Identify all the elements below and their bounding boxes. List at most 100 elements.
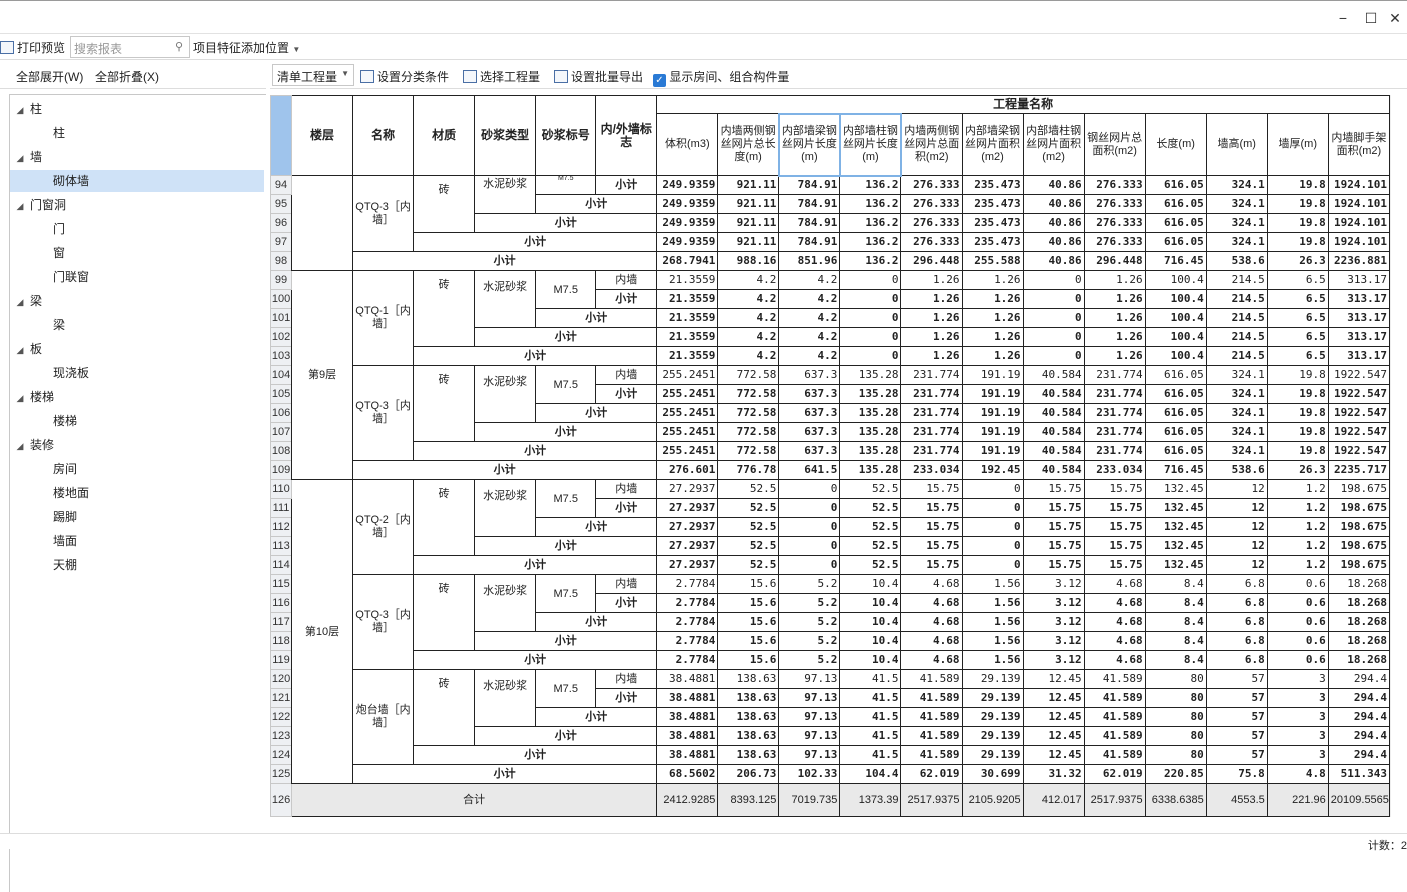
value-cell[interactable]: 249.9359 bbox=[656, 213, 719, 233]
value-cell[interactable]: 538.6 bbox=[1205, 251, 1268, 271]
value-cell[interactable]: 5.2 bbox=[778, 593, 841, 613]
value-cell[interactable]: 1.26 bbox=[961, 289, 1024, 309]
value-cell[interactable]: 41.589 bbox=[900, 688, 963, 708]
value-cell[interactable]: 21.3559 bbox=[656, 308, 719, 328]
material-header[interactable]: 材质 bbox=[413, 95, 476, 176]
value-cell[interactable]: 29.139 bbox=[961, 745, 1024, 765]
value-cell[interactable]: 18.268 bbox=[1327, 631, 1391, 651]
value-cell[interactable]: 6.8 bbox=[1205, 612, 1268, 632]
value-cell[interactable]: 1.56 bbox=[961, 574, 1024, 594]
value-cell[interactable]: 294.4 bbox=[1327, 669, 1391, 689]
value-cell[interactable]: 6.8 bbox=[1205, 650, 1268, 670]
value-cell[interactable]: 231.774 bbox=[900, 365, 963, 385]
qty-column-header[interactable]: 内墙两侧钢丝网片总面积(m2) bbox=[900, 113, 963, 176]
value-cell[interactable]: 18.268 bbox=[1327, 612, 1391, 632]
value-cell[interactable]: 136.2 bbox=[839, 232, 902, 252]
tree-item[interactable]: 楼地面 bbox=[10, 482, 264, 504]
value-cell[interactable]: 988.16 bbox=[717, 251, 780, 271]
tree-item[interactable]: 现浇板 bbox=[10, 362, 264, 384]
value-cell[interactable]: 0 bbox=[961, 479, 1024, 499]
value-cell[interactable]: 6.8 bbox=[1205, 574, 1268, 594]
caret-icon[interactable]: ◢ bbox=[10, 387, 30, 409]
value-cell[interactable]: 851.96 bbox=[778, 251, 841, 271]
value-cell[interactable]: 10.4 bbox=[839, 574, 902, 594]
value-cell[interactable]: 784.91 bbox=[778, 232, 841, 252]
value-cell[interactable]: 231.774 bbox=[900, 384, 963, 404]
value-cell[interactable]: 641.5 bbox=[778, 460, 841, 480]
value-cell[interactable]: 8.4 bbox=[1144, 593, 1207, 613]
table-row[interactable]: 94 QTQ-3［内墙］ 砖水泥砂浆 M7.5 小计 249.9359 921.11 784.… bbox=[269, 175, 1391, 271]
value-cell[interactable]: 15.75 bbox=[900, 498, 963, 518]
value-cell[interactable]: 3 bbox=[1266, 726, 1329, 746]
value-cell[interactable]: 138.63 bbox=[717, 745, 780, 765]
value-cell[interactable]: 57 bbox=[1205, 707, 1268, 727]
value-cell[interactable]: 41.589 bbox=[1083, 707, 1146, 727]
value-cell[interactable]: 776.78 bbox=[717, 460, 780, 480]
value-cell[interactable]: 2.7784 bbox=[656, 631, 719, 651]
value-cell[interactable]: 57 bbox=[1205, 688, 1268, 708]
value-cell[interactable]: 135.28 bbox=[839, 365, 902, 385]
table-row[interactable]: 124 小计 38.4881 138.63 97.13 41.5 41.589 29.139 1… bbox=[269, 745, 1391, 765]
tree-item[interactable]: 楼梯 bbox=[10, 410, 264, 432]
table-row[interactable]: 115 QTQ-3［内墙］ 砖水泥砂浆 M7.5 内墙 2.7784 15.6 5.2 10.4… bbox=[269, 574, 1391, 670]
value-cell[interactable]: 637.3 bbox=[778, 422, 841, 442]
value-cell[interactable]: 921.11 bbox=[717, 194, 780, 214]
qty-column-header[interactable]: 内部墙柱钢丝网片长度(m) bbox=[838, 112, 902, 177]
value-cell[interactable]: 313.17 bbox=[1327, 270, 1391, 290]
value-cell[interactable]: 136.2 bbox=[839, 213, 902, 233]
value-cell[interactable]: 1.2 bbox=[1266, 517, 1329, 537]
value-cell[interactable]: 19.8 bbox=[1266, 175, 1329, 195]
value-cell[interactable]: 1924.101 bbox=[1327, 175, 1391, 195]
mortar-type-header[interactable]: 砂浆类型 bbox=[474, 95, 537, 176]
value-cell[interactable]: 772.58 bbox=[717, 441, 780, 461]
value-cell[interactable]: 235.473 bbox=[961, 232, 1024, 252]
value-cell[interactable]: 616.05 bbox=[1144, 403, 1207, 423]
value-cell[interactable]: 294.4 bbox=[1327, 688, 1391, 708]
value-cell[interactable]: 0 bbox=[778, 555, 841, 575]
value-cell[interactable]: 0 bbox=[961, 536, 1024, 556]
value-cell[interactable]: 772.58 bbox=[717, 422, 780, 442]
value-cell[interactable]: 255.2451 bbox=[656, 441, 719, 461]
value-cell[interactable]: 3.12 bbox=[1022, 650, 1085, 670]
value-cell[interactable]: 276.333 bbox=[1083, 194, 1146, 214]
value-cell[interactable]: 4.2 bbox=[778, 289, 841, 309]
value-cell[interactable]: 40.86 bbox=[1022, 175, 1085, 195]
value-cell[interactable]: 138.63 bbox=[717, 669, 780, 689]
value-cell[interactable]: 12 bbox=[1205, 498, 1268, 518]
value-cell[interactable]: 231.774 bbox=[900, 403, 963, 423]
value-cell[interactable]: 4.2 bbox=[717, 289, 780, 309]
value-cell[interactable]: 233.034 bbox=[900, 460, 963, 480]
value-cell[interactable]: 4.8 bbox=[1266, 764, 1329, 784]
value-cell[interactable]: 1.26 bbox=[1083, 270, 1146, 290]
value-cell[interactable]: 1.56 bbox=[961, 631, 1024, 651]
value-cell[interactable]: 1924.101 bbox=[1327, 213, 1391, 233]
value-cell[interactable]: 616.05 bbox=[1144, 175, 1207, 195]
value-cell[interactable]: 1.2 bbox=[1266, 498, 1329, 518]
value-cell[interactable]: 772.58 bbox=[717, 403, 780, 423]
table-row[interactable]: 110 第10层 QTQ-2［内墙］ 砖水泥砂浆 M7.5 内墙 27.2937 52.5 0 5… bbox=[269, 479, 1391, 784]
value-cell[interactable]: 27.2937 bbox=[656, 555, 719, 575]
value-cell[interactable]: 0 bbox=[839, 270, 902, 290]
value-cell[interactable]: 52.5 bbox=[839, 479, 902, 499]
value-cell[interactable]: 6.5 bbox=[1266, 346, 1329, 366]
value-cell[interactable]: 0.6 bbox=[1266, 593, 1329, 613]
value-cell[interactable]: 313.17 bbox=[1327, 346, 1391, 366]
caret-icon[interactable]: ◢ bbox=[10, 291, 30, 313]
value-cell[interactable]: 132.45 bbox=[1144, 555, 1207, 575]
value-cell[interactable]: 26.3 bbox=[1266, 251, 1329, 271]
caret-icon[interactable]: ◢ bbox=[10, 339, 30, 361]
value-cell[interactable]: 324.1 bbox=[1205, 441, 1268, 461]
value-cell[interactable]: 41.589 bbox=[900, 726, 963, 746]
value-cell[interactable]: 637.3 bbox=[778, 403, 841, 423]
value-cell[interactable]: 100.4 bbox=[1144, 308, 1207, 328]
value-cell[interactable]: 18.268 bbox=[1327, 650, 1391, 670]
value-cell[interactable]: 4.68 bbox=[900, 612, 963, 632]
value-cell[interactable]: 135.28 bbox=[839, 460, 902, 480]
value-cell[interactable]: 41.589 bbox=[900, 707, 963, 727]
value-cell[interactable]: 52.5 bbox=[717, 517, 780, 537]
value-cell[interactable]: 1.56 bbox=[961, 650, 1024, 670]
value-cell[interactable]: 8.4 bbox=[1144, 612, 1207, 632]
value-cell[interactable]: 138.63 bbox=[717, 688, 780, 708]
tree-group-0[interactable]: ◢ 柱 bbox=[10, 98, 42, 120]
value-cell[interactable]: 6.5 bbox=[1266, 308, 1329, 328]
